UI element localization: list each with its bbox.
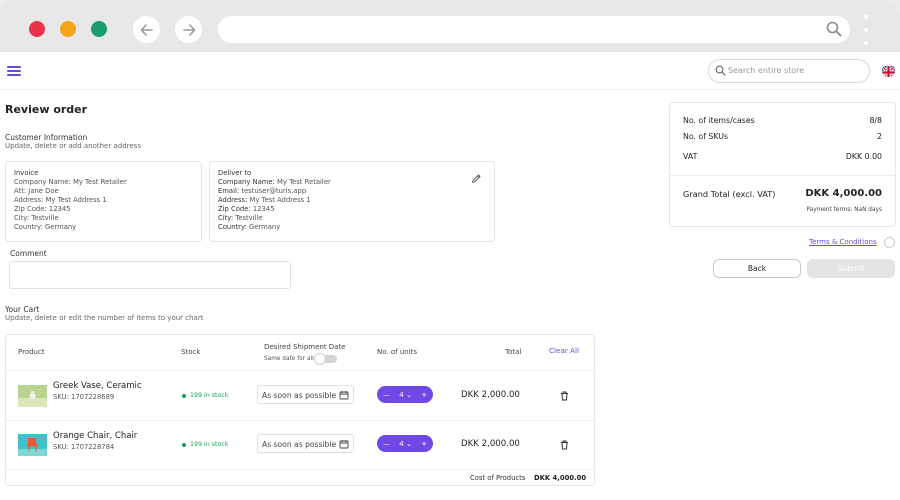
line-total: DKK 2,000.00 bbox=[461, 390, 520, 400]
column-header-stock: Stock bbox=[181, 348, 201, 356]
site-header: Search entire store bbox=[0, 52, 900, 90]
comment-input[interactable] bbox=[9, 261, 291, 289]
line-total: DKK 2,000.00 bbox=[461, 439, 520, 449]
pencil-edit-icon[interactable] bbox=[471, 173, 482, 184]
cart-subheading: Update, delete or edit the number of ite… bbox=[5, 314, 204, 322]
grand-total-value: DKK 4,000.00 bbox=[805, 188, 882, 199]
search-icon bbox=[826, 21, 842, 37]
same-date-toggle[interactable] bbox=[314, 353, 337, 365]
skus-label: No. of SKUs bbox=[683, 132, 729, 141]
shipment-date-input[interactable]: As soon as possible bbox=[257, 434, 354, 453]
minimize-window-dot[interactable] bbox=[60, 21, 76, 37]
cost-of-products-value: DKK 4,000.00 bbox=[534, 474, 587, 482]
close-window-dot[interactable] bbox=[29, 21, 45, 37]
same-date-label: Same date for all bbox=[264, 356, 314, 362]
chevron-down-icon[interactable]: ⌄ bbox=[406, 391, 412, 399]
stock-status: 199 in stock bbox=[182, 441, 228, 448]
product-sku: SKU: 1707228784 bbox=[53, 443, 115, 451]
product-sku: SKU: 1707228689 bbox=[53, 393, 115, 401]
page-title: Review order bbox=[5, 103, 88, 116]
cost-of-products-label: Cost of Products bbox=[470, 474, 526, 482]
decrement-icon[interactable]: — bbox=[383, 440, 390, 448]
product-name: Greek Vase, Ceramic bbox=[53, 381, 142, 391]
items-label: No. of items/cases bbox=[683, 116, 755, 125]
calendar-icon bbox=[339, 391, 349, 400]
chevron-down-icon[interactable]: ⌄ bbox=[406, 440, 412, 448]
vat-label: VAT bbox=[683, 152, 698, 161]
deliver-line: Email: testuser@turis.app bbox=[218, 187, 307, 195]
grand-total-label: Grand Total (excl. VAT) bbox=[683, 189, 776, 199]
browser-chrome bbox=[0, 0, 900, 52]
address-bar[interactable] bbox=[218, 16, 850, 43]
browser-back-button[interactable] bbox=[133, 16, 160, 43]
column-header-shipment: Desired Shipment Date bbox=[264, 343, 346, 351]
browser-menu-icon[interactable] bbox=[863, 15, 869, 45]
deliver-line: City: Testville bbox=[218, 214, 263, 222]
invoice-line: City: Testville bbox=[14, 214, 59, 222]
column-header-product: Product bbox=[18, 348, 45, 356]
trash-icon[interactable] bbox=[560, 391, 569, 401]
payment-terms: Payment terms: NaN days bbox=[806, 207, 882, 213]
customer-info-subheading: Update, delete or add another address bbox=[5, 142, 141, 150]
invoice-line: Zip Code: 12345 bbox=[14, 205, 71, 213]
deliver-line: Country: Germany bbox=[218, 223, 281, 231]
decrement-icon[interactable]: — bbox=[383, 391, 390, 399]
invoice-line: Att: Jane Doe bbox=[14, 187, 59, 195]
items-value: 8/8 bbox=[869, 116, 882, 125]
product-image-chair[interactable] bbox=[18, 434, 47, 456]
deliver-title: Deliver to bbox=[218, 169, 252, 177]
shipment-date-input[interactable]: As soon as possible bbox=[257, 385, 354, 404]
invoice-title: Invoice bbox=[14, 169, 39, 177]
row-divider bbox=[6, 370, 594, 371]
trash-icon[interactable] bbox=[560, 440, 569, 450]
search-placeholder: Search entire store bbox=[728, 66, 805, 75]
submit-button[interactable]: Submit bbox=[807, 259, 895, 278]
vat-value: DKK 0.00 bbox=[845, 152, 882, 161]
increment-icon[interactable]: + bbox=[421, 391, 427, 399]
order-summary: No. of items/cases 8/8 No. of SKUs 2 VAT… bbox=[669, 102, 896, 227]
comment-label: Comment bbox=[10, 249, 47, 258]
search-icon bbox=[715, 65, 726, 76]
deliver-line: Zip Code: 12345 bbox=[218, 205, 275, 213]
cart-heading: Your Cart bbox=[5, 305, 40, 314]
invoice-line: Company Name: My Test Retailer bbox=[14, 178, 127, 186]
column-header-units: No. of units bbox=[377, 348, 418, 356]
terms-checkbox[interactable] bbox=[884, 237, 895, 248]
delivery-address-card[interactable]: Deliver to Company Name: My Test Retaile… bbox=[209, 161, 495, 242]
deliver-line: Address: My Test Address 1 bbox=[218, 196, 311, 204]
summary-divider bbox=[670, 175, 895, 176]
arrow-left-icon bbox=[140, 23, 153, 36]
quantity-stepper[interactable]: — 4 ⌄ + bbox=[377, 386, 433, 403]
deliver-line: Company Name: My Test Retailer bbox=[218, 178, 331, 186]
invoice-line: Country: Germany bbox=[14, 223, 77, 231]
calendar-icon bbox=[339, 440, 349, 449]
stock-status: 199 in stock bbox=[182, 392, 228, 399]
clear-all-link[interactable]: Clear All bbox=[549, 346, 579, 355]
terms-link[interactable]: Terms & Conditions bbox=[809, 238, 877, 246]
browser-forward-button[interactable] bbox=[175, 16, 202, 43]
row-divider bbox=[6, 469, 594, 470]
quantity-stepper[interactable]: — 4 ⌄ + bbox=[377, 435, 433, 452]
column-header-total: Total bbox=[505, 348, 522, 356]
invoice-address-card[interactable]: Invoice Company Name: My Test Retailer A… bbox=[5, 161, 202, 242]
hamburger-menu-icon[interactable] bbox=[7, 66, 21, 76]
skus-value: 2 bbox=[877, 132, 882, 141]
back-button[interactable]: Back bbox=[713, 259, 801, 278]
maximize-window-dot[interactable] bbox=[91, 21, 107, 37]
in-stock-dot-icon bbox=[182, 393, 186, 398]
product-name: Orange Chair, Chair bbox=[53, 431, 138, 441]
increment-icon[interactable]: + bbox=[421, 440, 427, 448]
customer-info-heading: Customer Information bbox=[5, 133, 88, 142]
in-stock-dot-icon bbox=[182, 442, 186, 447]
store-search-input[interactable]: Search entire store bbox=[708, 59, 870, 83]
page: Search entire store Review order Custome… bbox=[0, 52, 900, 500]
product-image-vase[interactable] bbox=[18, 385, 47, 407]
uk-flag-icon[interactable] bbox=[882, 64, 895, 77]
invoice-line: Address: My Test Address 1 bbox=[14, 196, 107, 204]
row-divider bbox=[6, 420, 594, 421]
arrow-right-icon bbox=[182, 23, 195, 36]
